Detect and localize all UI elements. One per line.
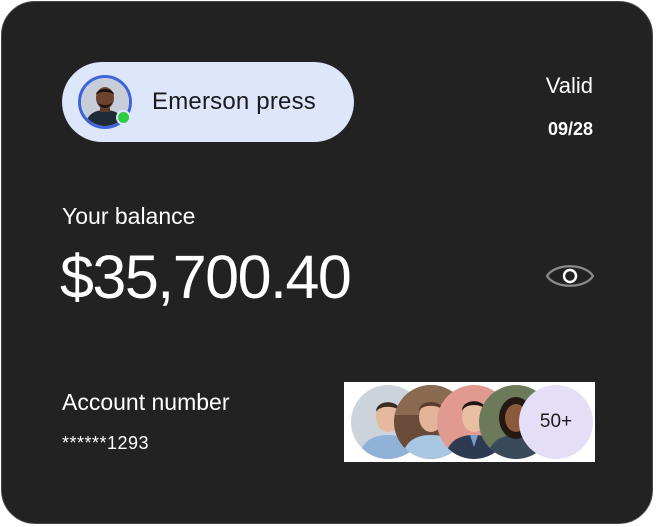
online-status-dot [116, 110, 131, 125]
avatar[interactable] [78, 75, 132, 129]
balance-label: Your balance [62, 203, 196, 229]
valid-date: 09/28 [547, 119, 593, 139]
more-members-badge[interactable]: 50+ [519, 385, 593, 459]
account-number-label: Account number [62, 389, 230, 415]
balance-amount: $35,700.40 [60, 243, 352, 311]
profile-chip[interactable]: Emerson press [62, 62, 354, 142]
account-number-value: ******1293 [62, 433, 150, 453]
eye-icon [545, 265, 595, 287]
members-avatar-group[interactable]: 50+ [344, 382, 595, 462]
toggle-balance-visibility-button[interactable] [544, 257, 596, 295]
profile-name: Emerson press [152, 88, 316, 115]
valid-label: Valid [545, 73, 593, 98]
